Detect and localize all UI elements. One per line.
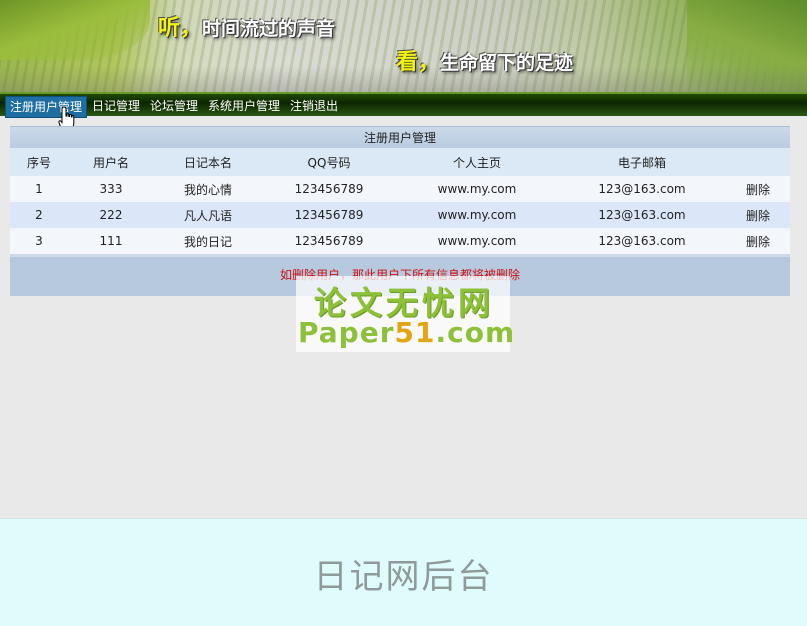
nav-system-user-management[interactable]: 系统用户管理 <box>204 97 284 115</box>
cell-email: 123@163.com <box>558 176 726 202</box>
col-header-homepage: 个人主页 <box>396 148 558 176</box>
table-row: 3 111 我的日记 123456789 www.my.com 123@163.… <box>10 228 790 254</box>
banner-slogan-look: 看，生命留下的足迹 <box>396 44 573 76</box>
delete-link[interactable]: 删除 <box>726 176 790 202</box>
slogan-look-text: 生命留下的足迹 <box>440 52 574 74</box>
cell-homepage: www.my.com <box>396 228 558 254</box>
cell-username: 111 <box>68 228 154 254</box>
cell-qq: 123456789 <box>262 228 396 254</box>
slogan-listen-text: 时间流过的声音 <box>202 18 336 40</box>
watermark-logo: 论文无忧网 Paper51.com <box>296 276 514 352</box>
cell-no: 1 <box>10 176 68 202</box>
banner-slogan-listen: 听，时间流过的声音 <box>158 10 335 42</box>
col-header-no: 序号 <box>10 148 68 176</box>
cell-no: 3 <box>10 228 68 254</box>
cell-username: 333 <box>68 176 154 202</box>
col-header-diary-name: 日记本名 <box>154 148 262 176</box>
watermark-en-prefix: Paper <box>298 316 395 349</box>
user-table: 序号 用户名 日记本名 QQ号码 个人主页 电子邮箱 1 333 我的心情 12… <box>10 148 790 254</box>
col-header-username: 用户名 <box>68 148 154 176</box>
slogan-look-mark: 看， <box>396 49 441 75</box>
slogan-listen-mark: 听， <box>158 15 203 41</box>
cell-diary-name: 我的心情 <box>154 176 262 202</box>
delete-link[interactable]: 删除 <box>726 228 790 254</box>
table-row: 2 222 凡人凡语 123456789 www.my.com 123@163.… <box>10 202 790 228</box>
footer-title: 日记网后台 <box>313 557 494 597</box>
cell-homepage: www.my.com <box>396 202 558 228</box>
cell-homepage: www.my.com <box>396 176 558 202</box>
nav-forum-management[interactable]: 论坛管理 <box>146 97 202 115</box>
nav-diary-management[interactable]: 日记管理 <box>88 97 144 115</box>
nav-logout[interactable]: 注销退出 <box>286 97 342 115</box>
cell-diary-name: 凡人凡语 <box>154 202 262 228</box>
footer: 日记网后台 <box>0 518 807 626</box>
watermark-en-suffix: .com <box>435 316 516 349</box>
cell-diary-name: 我的日记 <box>154 228 262 254</box>
cell-qq: 123456789 <box>262 202 396 228</box>
cell-no: 2 <box>10 202 68 228</box>
table-row: 1 333 我的心情 123456789 www.my.com 123@163.… <box>10 176 790 202</box>
main-nav: 注册用户管理 日记管理 论坛管理 系统用户管理 注销退出 <box>0 92 807 118</box>
delete-link[interactable]: 删除 <box>726 202 790 228</box>
header-banner: 听，时间流过的声音 看，生命留下的足迹 <box>0 0 807 92</box>
watermark-en-number: 51 <box>394 316 436 349</box>
col-header-qq: QQ号码 <box>262 148 396 176</box>
table-header-row: 序号 用户名 日记本名 QQ号码 个人主页 电子邮箱 <box>10 148 790 176</box>
cell-email: 123@163.com <box>558 228 726 254</box>
user-management-panel: 注册用户管理 序号 用户名 日记本名 QQ号码 个人主页 电子邮箱 1 333 … <box>10 126 790 296</box>
cell-qq: 123456789 <box>262 176 396 202</box>
col-header-email: 电子邮箱 <box>558 148 726 176</box>
cell-username: 222 <box>68 202 154 228</box>
cell-email: 123@163.com <box>558 202 726 228</box>
watermark-en-text: Paper51.com <box>298 316 514 349</box>
col-header-action <box>726 148 790 176</box>
panel-title: 注册用户管理 <box>10 126 790 148</box>
